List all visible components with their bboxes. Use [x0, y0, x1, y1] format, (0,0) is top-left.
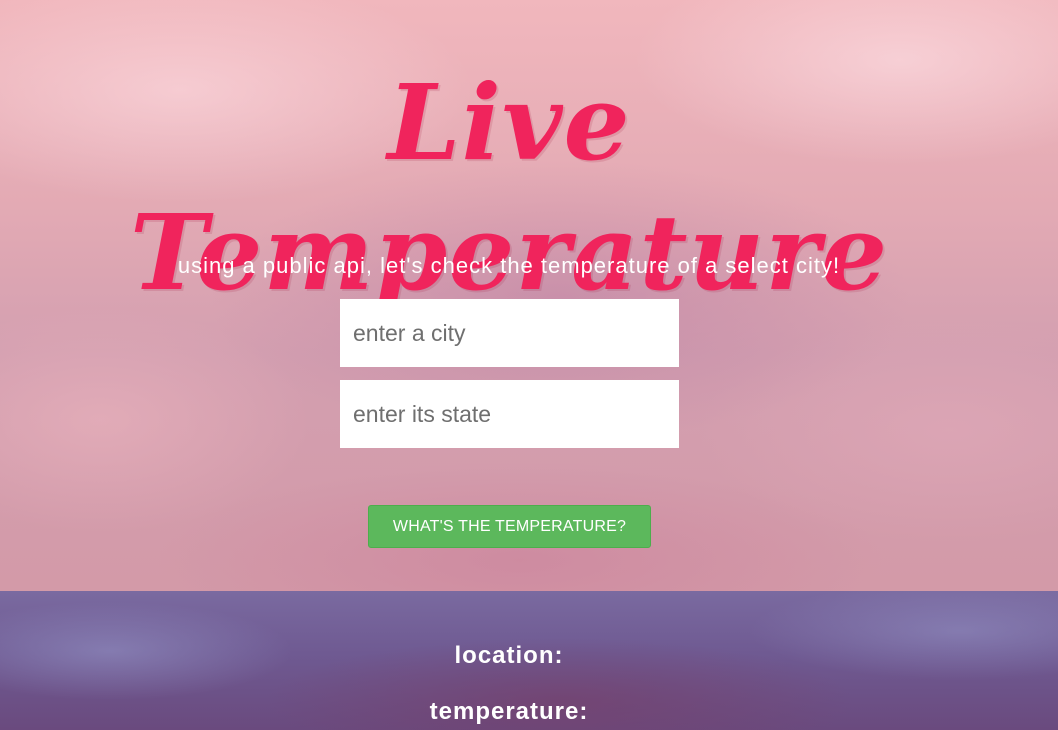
results-section: location: temperature:: [0, 591, 1058, 730]
state-input[interactable]: [340, 380, 679, 448]
hero-section: Live Temperature using a public api, let…: [0, 0, 1058, 591]
page-subtitle: using a public api, let's check the temp…: [177, 253, 841, 278]
get-temperature-button[interactable]: WHAT'S THE TEMPERATURE?: [368, 505, 651, 548]
temperature-label: temperature:: [429, 698, 589, 725]
location-label: location:: [454, 642, 564, 669]
city-input[interactable]: [340, 299, 679, 367]
